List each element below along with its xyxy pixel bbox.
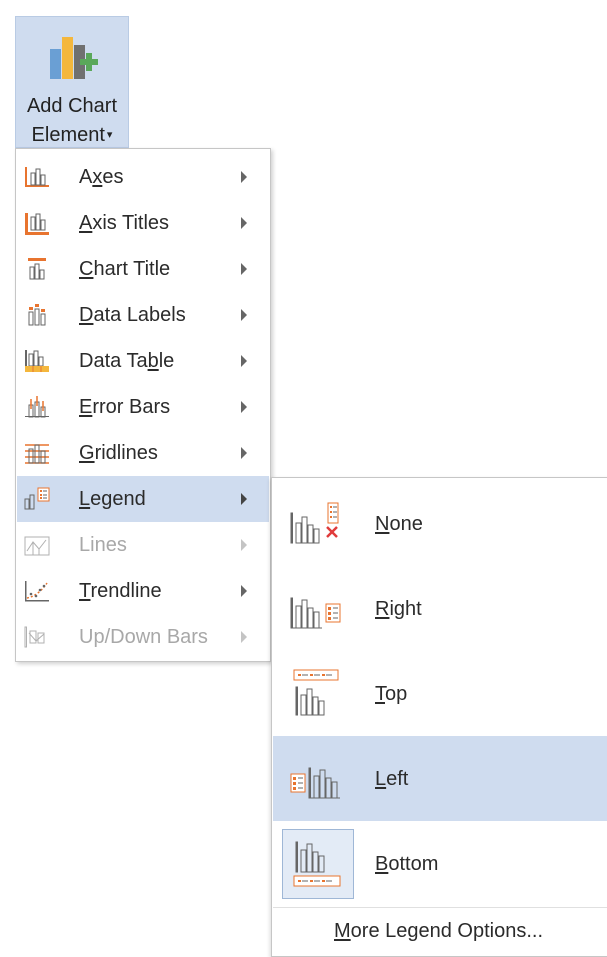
submenu-arrow-icon (241, 309, 247, 321)
legend-option-label: Right (375, 598, 422, 620)
chart-title-icon (24, 257, 50, 281)
menu-item-label: Error Bars (79, 396, 171, 418)
more-legend-options-link[interactable]: More Legend Options... (334, 920, 543, 942)
menu-item-axis-titles[interactable]: Axis Titles (17, 200, 269, 246)
legend-option-label: Bottom (375, 853, 439, 875)
submenu-arrow-icon (241, 493, 247, 505)
menu-item-data-labels[interactable]: Data Labels (17, 292, 269, 338)
menu-item-label: Gridlines (79, 442, 158, 464)
legend-bottom-icon (282, 829, 354, 899)
submenu-arrow-icon (241, 401, 247, 413)
submenu-arrow-icon (241, 171, 247, 183)
submenu-separator (273, 907, 607, 908)
up-down-bars-icon (24, 625, 50, 649)
submenu-arrow-icon (241, 447, 247, 459)
submenu-arrow-icon (241, 631, 247, 643)
add-chart-element-label: Add Chart (26, 95, 118, 117)
menu-item-legend[interactable]: Legend (17, 476, 269, 522)
add-chart-element-icon (48, 35, 98, 99)
dropdown-caret-icon: ▾ (106, 129, 113, 141)
legend-option-label: Left (375, 768, 409, 790)
menu-item-axes[interactable]: Axes (17, 154, 269, 200)
legend-top-icon (290, 669, 342, 717)
menu-item-error-bars[interactable]: Error Bars (17, 384, 269, 430)
legend-none-icon (290, 499, 342, 547)
menu-item-label: Data Table (79, 350, 175, 372)
legend-option-top[interactable]: Top (273, 651, 607, 736)
menu-item-data-table[interactable]: Data Table (17, 338, 269, 384)
menu-item-label: Data Labels (79, 304, 186, 326)
legend-option-label: None (375, 513, 423, 535)
add-chart-element-button[interactable]: Add Chart Element ▾ (15, 16, 129, 148)
legend-option-label: Top (375, 683, 408, 705)
menu-item-label: Up/Down Bars (79, 626, 208, 648)
lines-icon (24, 533, 50, 557)
axis-titles-icon (24, 211, 50, 235)
legend-left-icon (290, 754, 342, 802)
data-table-icon (24, 349, 50, 373)
menu-item-chart-title[interactable]: Chart Title (17, 246, 269, 292)
menu-item-label: Chart Title (79, 258, 171, 280)
legend-option-left[interactable]: Left (273, 736, 607, 821)
menu-item-label: Trendline (79, 580, 162, 602)
trendline-icon (24, 579, 50, 603)
submenu-arrow-icon (241, 539, 247, 551)
menu-item-label: Lines (79, 534, 127, 556)
axes-icon (24, 165, 50, 189)
legend-option-none[interactable]: None (273, 481, 607, 566)
add-chart-element-label-2: Element ▾ (31, 124, 113, 146)
menu-item-label: Legend (79, 488, 146, 510)
legend-right-icon (290, 584, 342, 632)
legend-submenu: None Right Top Left Bottom More Legend O… (271, 477, 607, 957)
menu-item-gridlines[interactable]: Gridlines (17, 430, 269, 476)
gridlines-icon (24, 441, 50, 465)
submenu-arrow-icon (241, 585, 247, 597)
data-labels-icon (24, 303, 50, 327)
menu-item-trendline[interactable]: Trendline (17, 568, 269, 614)
menu-item-label: Axes (79, 166, 124, 188)
menu-item-lines[interactable]: Lines (17, 522, 269, 568)
legend-option-bottom[interactable]: Bottom (273, 821, 607, 906)
legend-icon (24, 487, 50, 511)
add-chart-element-menu: Axes Axis Titles Chart Title Data Labels… (15, 148, 271, 662)
legend-option-right[interactable]: Right (273, 566, 607, 651)
error-bars-icon (24, 395, 50, 419)
submenu-arrow-icon (241, 263, 247, 275)
menu-item-label: Axis Titles (79, 212, 170, 234)
submenu-arrow-icon (241, 355, 247, 367)
submenu-arrow-icon (241, 217, 247, 229)
menu-item-up-down-bars[interactable]: Up/Down Bars (17, 614, 269, 660)
